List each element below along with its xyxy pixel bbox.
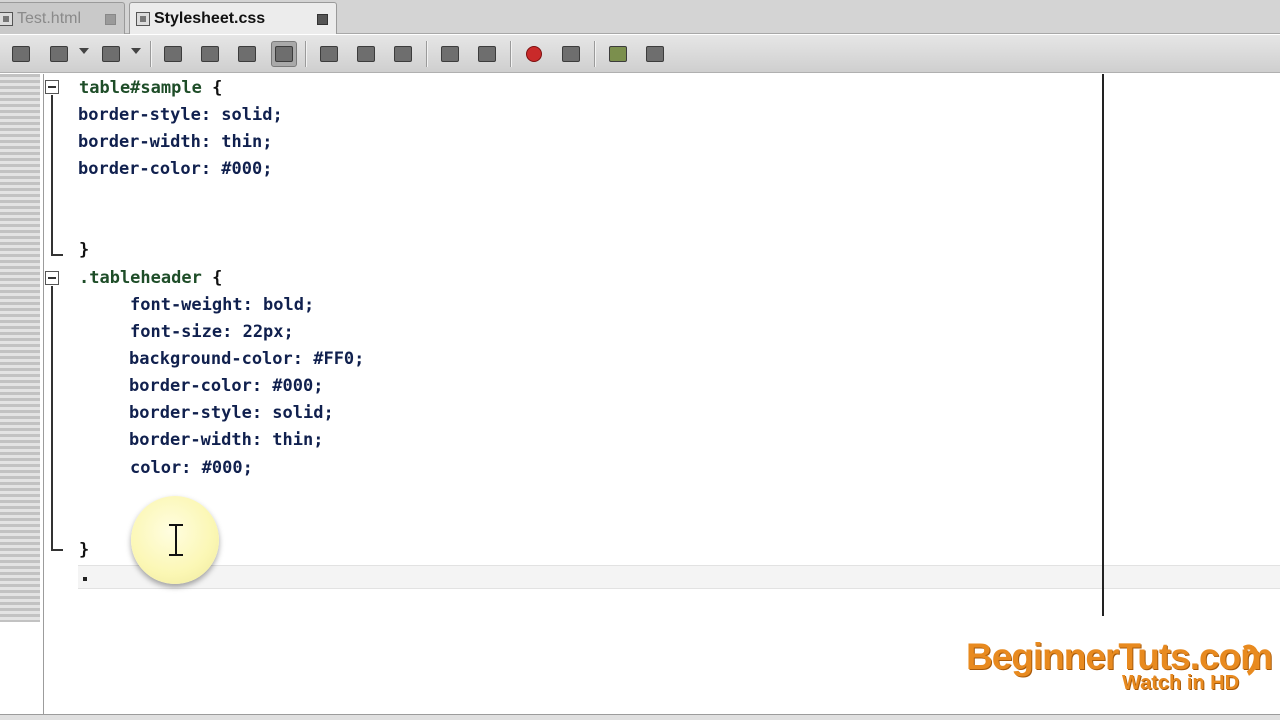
code-line[interactable]: border-color: #000; (78, 159, 272, 179)
tab-label: Test.html (17, 10, 82, 27)
comment-icon (609, 46, 627, 62)
next-bookmark-icon (357, 46, 375, 62)
css-selector: .tableheader (79, 268, 202, 288)
fold-end (51, 549, 63, 551)
chevron-down-icon[interactable] (131, 48, 141, 54)
code-line[interactable]: color: #000; (130, 458, 253, 478)
code-editor[interactable]: table#sample { border-style: solid; bord… (64, 74, 1104, 620)
code-line[interactable]: border-style: solid; (78, 105, 283, 125)
css-selector: table#sample (79, 78, 202, 98)
find-next-icon (238, 46, 256, 62)
fold-collapse-icon[interactable] (45, 80, 59, 94)
code-line[interactable]: table#sample { (79, 78, 222, 98)
code-line[interactable]: border-width: thin; (129, 430, 323, 450)
toolbar-separator (510, 41, 512, 67)
stop-macro-recording-button[interactable] (558, 41, 584, 67)
close-tab-icon[interactable] (105, 14, 116, 25)
uncomment-button[interactable] (642, 41, 668, 67)
code-line[interactable]: font-size: 22px; (130, 322, 294, 342)
tab-stylesheet-css[interactable]: Stylesheet.css (129, 2, 337, 34)
css-file-icon (136, 12, 150, 26)
uncomment-icon (646, 46, 664, 62)
watermark-logo: BeginnerTuts.com Watch in HD (966, 636, 1273, 696)
find-previous-icon (201, 46, 219, 62)
shift-right-button[interactable] (474, 41, 500, 67)
find-next-button[interactable] (234, 41, 260, 67)
code-line[interactable]: border-style: solid; (129, 403, 334, 423)
save-icon (50, 46, 68, 62)
html-file-icon (0, 12, 13, 26)
code-line[interactable]: font-weight: bold; (130, 295, 314, 315)
fold-collapse-icon[interactable] (45, 271, 59, 285)
toolbar-separator (426, 41, 428, 67)
code-line[interactable]: } (79, 540, 89, 560)
shift-left-button[interactable] (437, 41, 463, 67)
code-line[interactable]: } (79, 240, 89, 260)
shift-left-icon (441, 46, 459, 62)
comment-button[interactable] (605, 41, 631, 67)
tab-test-html[interactable]: Test.html (0, 2, 125, 34)
save-all-icon (102, 46, 120, 62)
start-macro-recording-button[interactable] (521, 41, 547, 67)
code-line[interactable]: background-color: #FF0; (129, 349, 364, 369)
shift-right-icon (478, 46, 496, 62)
stop-icon (562, 46, 580, 62)
open-file-icon (12, 46, 30, 62)
find-previous-button[interactable] (197, 41, 223, 67)
find-icon (164, 46, 182, 62)
fold-line (51, 286, 53, 550)
open-file-button[interactable] (8, 41, 34, 67)
toggle-bookmark-icon (394, 46, 412, 62)
toggle-bookmark-button[interactable] (390, 41, 416, 67)
line-numbers (0, 74, 40, 622)
open-brace: { (201, 268, 223, 288)
toolbar-separator (594, 41, 596, 67)
code-line[interactable]: .tableheader { (79, 268, 222, 288)
editor-toolbar (0, 35, 1280, 73)
toolbar-separator (305, 41, 307, 67)
save-button[interactable] (46, 41, 72, 67)
toggle-highlight-icon (275, 46, 293, 62)
status-border (0, 714, 1280, 720)
fold-end (51, 254, 63, 256)
open-brace: { (201, 78, 223, 98)
toolbar-separator (150, 41, 152, 67)
text-cursor-icon (168, 524, 184, 556)
previous-bookmark-icon (320, 46, 338, 62)
watermark-subtitle: Watch in HD (1122, 672, 1240, 694)
chevron-down-icon[interactable] (79, 48, 89, 54)
next-bookmark-button[interactable] (353, 41, 379, 67)
tab-label: Stylesheet.css (154, 10, 266, 27)
line-number-gutter (0, 74, 44, 720)
code-line[interactable]: border-width: thin; (78, 132, 272, 152)
previous-bookmark-button[interactable] (316, 41, 342, 67)
editor-tab-bar: Test.html Stylesheet.css (0, 0, 1280, 34)
record-icon (526, 46, 542, 62)
save-all-button[interactable] (98, 41, 124, 67)
code-line[interactable]: border-color: #000; (129, 376, 323, 396)
close-tab-icon[interactable] (317, 14, 328, 25)
fold-line (51, 95, 53, 255)
toggle-highlight-button[interactable] (271, 41, 297, 67)
find-button[interactable] (160, 41, 186, 67)
